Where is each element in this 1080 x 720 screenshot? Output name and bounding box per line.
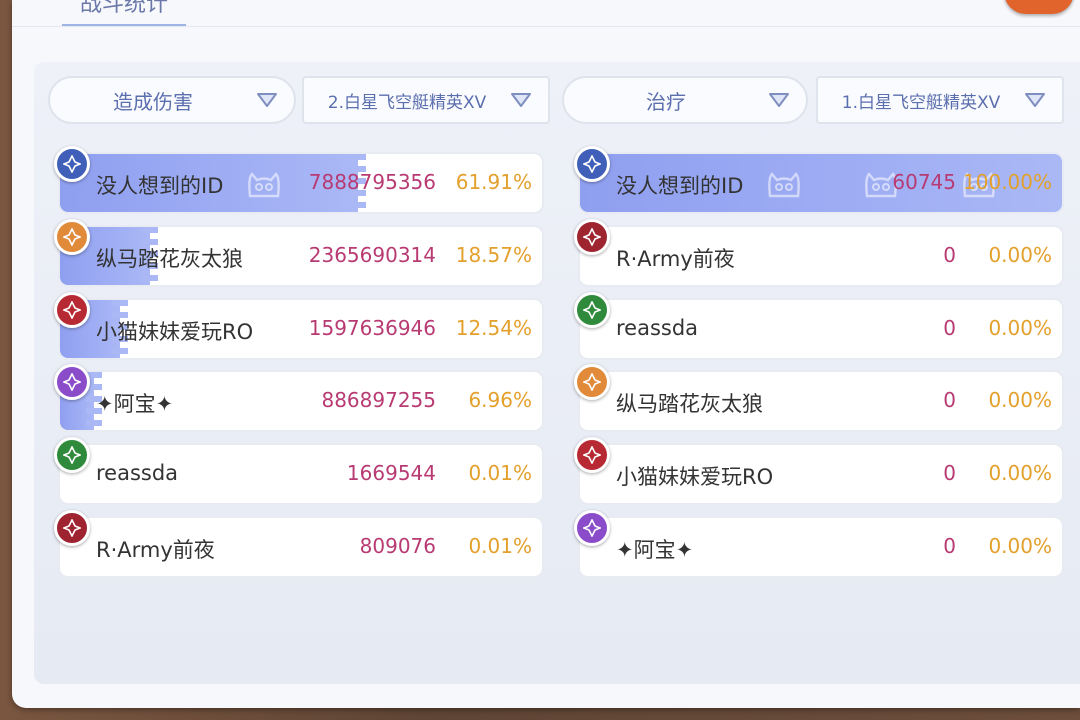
stat-percent: 12.54% — [455, 315, 532, 340]
red-warrior-icon — [574, 218, 610, 255]
player-name: ✦阿宝✦ — [96, 392, 174, 417]
purple-rogue-icon — [574, 510, 610, 546]
stat-percent: 0.00% — [988, 242, 1052, 267]
right-ranking-row[interactable]: 纵马踏花灰太狼 0 0.00% — [578, 370, 1064, 433]
red-warrior-icon — [54, 510, 90, 546]
right-stat-type-dropdown[interactable]: 治疗 — [562, 76, 808, 124]
stat-value: 1669544 — [346, 461, 436, 486]
stat-value: 2365690314 — [308, 242, 436, 267]
left-ranking-row[interactable]: ✦阿宝✦ 886897255 6.96% — [58, 370, 544, 433]
stat-percent: 100.00% — [963, 170, 1052, 194]
player-name: 纵马踏花灰太狼 — [616, 392, 763, 417]
stat-value: 809076 — [359, 534, 436, 558]
stat-percent: 0.00% — [988, 534, 1052, 558]
stat-percent: 18.57% — [455, 242, 532, 267]
left-battle-dropdown[interactable]: 2.白星飞空艇精英XV — [302, 76, 550, 124]
left-ranking-row[interactable]: reassda 1669544 0.01% — [58, 443, 544, 506]
red-mage-icon — [54, 291, 90, 328]
left-ranking-row[interactable]: 纵马踏花灰太狼 2365690314 18.57% — [58, 224, 544, 287]
right-ranking-row[interactable]: ✦阿宝✦ 0 0.00% — [578, 516, 1064, 578]
stat-value: 7888795356 — [308, 170, 436, 194]
stat-percent: 61.91% — [455, 170, 532, 194]
player-name: 没人想到的ID — [616, 174, 744, 198]
stat-percent: 6.96% — [468, 388, 532, 413]
red-mage-icon — [574, 437, 610, 474]
player-name: 小猫妹妹爱玩RO — [96, 319, 254, 344]
stat-value: 60745 — [892, 170, 956, 194]
left-ranking-row[interactable]: 小猫妹妹爱玩RO 1597636946 12.54% — [58, 297, 544, 360]
left-ranking-row[interactable]: R·Army前夜 809076 0.01% — [58, 516, 544, 578]
stat-value: 0 — [943, 388, 956, 413]
left-stat-type-dropdown[interactable]: 造成伤害 — [48, 76, 296, 124]
stat-value: 0 — [943, 242, 956, 267]
right-battle-dropdown[interactable]: 1.白星飞空艇精英XV — [816, 76, 1064, 124]
stat-percent: 0.01% — [468, 534, 532, 558]
right-ranking-row[interactable]: R·Army前夜 0 0.00% — [578, 224, 1064, 287]
left-stat-type-label: 造成伤害 — [113, 89, 193, 114]
player-name: ✦阿宝✦ — [616, 538, 694, 562]
chevron-down-icon — [511, 93, 531, 107]
player-name: R·Army前夜 — [616, 246, 735, 271]
player-name: reassda — [96, 461, 179, 486]
right-battle-label: 1.白星飞空艇精英XV — [841, 92, 1001, 113]
green-archer-icon — [54, 437, 90, 474]
stat-percent: 0.00% — [988, 461, 1052, 486]
player-name: 纵马踏花灰太狼 — [96, 246, 243, 271]
chevron-down-icon — [257, 93, 277, 107]
right-ranking-row[interactable]: 小猫妹妹爱玩RO 0 0.00% — [578, 443, 1064, 506]
left-battle-label: 2.白星飞空艇精英XV — [327, 92, 487, 113]
player-name: R·Army前夜 — [96, 538, 215, 562]
player-name: reassda — [616, 315, 699, 340]
orange-axe-icon — [54, 218, 90, 255]
player-name: 小猫妹妹爱玩RO — [616, 465, 774, 490]
blue-knight-icon — [574, 146, 610, 182]
header-divider — [12, 26, 1080, 27]
stat-value: 886897255 — [321, 388, 436, 413]
left-ranking-row[interactable]: 没人想到的ID 7888795356 61.91% — [58, 152, 544, 214]
stat-percent: 0.00% — [988, 388, 1052, 413]
stat-percent: 0.00% — [988, 315, 1052, 340]
stat-percent: 0.01% — [468, 461, 532, 486]
blue-knight-icon — [54, 146, 90, 182]
cat-watermark-icon — [248, 172, 280, 198]
right-stat-type-label: 治疗 — [646, 89, 686, 114]
stat-value: 1597636946 — [308, 315, 436, 340]
stat-value: 0 — [943, 534, 956, 558]
stat-value: 0 — [943, 315, 956, 340]
right-ranking-row[interactable]: reassda 0 0.00% — [578, 297, 1064, 360]
right-ranking-row[interactable]: 没人想到的ID 60745 100.00% — [578, 152, 1064, 214]
chevron-down-icon — [769, 93, 789, 107]
cat-watermark-icon — [768, 172, 800, 198]
player-name: 没人想到的ID — [96, 174, 224, 198]
chevron-down-icon — [1025, 93, 1045, 107]
green-archer-icon — [574, 291, 610, 328]
stat-value: 0 — [943, 461, 956, 486]
tab-battle-stats[interactable]: 战斗统计 — [62, 0, 186, 26]
